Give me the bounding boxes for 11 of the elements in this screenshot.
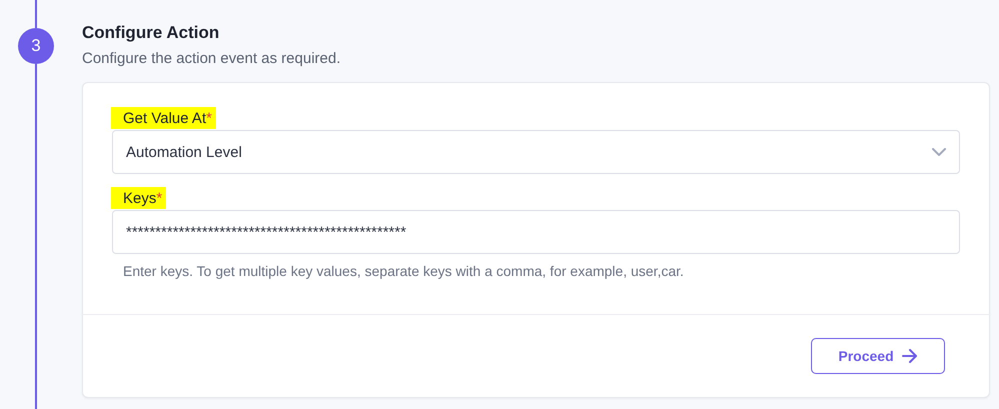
section-subtitle: Configure the action event as required. <box>82 50 342 68</box>
dropdown-field[interactable]: Automation Level <box>112 130 960 174</box>
arrow-right-icon <box>902 349 918 363</box>
chevron-down-icon <box>932 148 946 156</box>
step-number: 3 <box>18 28 54 64</box>
proceed-button[interactable]: Proceed <box>811 338 945 374</box>
input-field[interactable]: ************************************************ <box>112 210 960 254</box>
field-hint: Enter keys. To get multiple key values, separate keys with a comma, for example, user,car. <box>123 263 685 279</box>
field-label: Keys* <box>111 187 166 209</box>
field-label: Get Value At* <box>111 107 216 129</box>
section-title: Configure Action <box>82 22 220 44</box>
